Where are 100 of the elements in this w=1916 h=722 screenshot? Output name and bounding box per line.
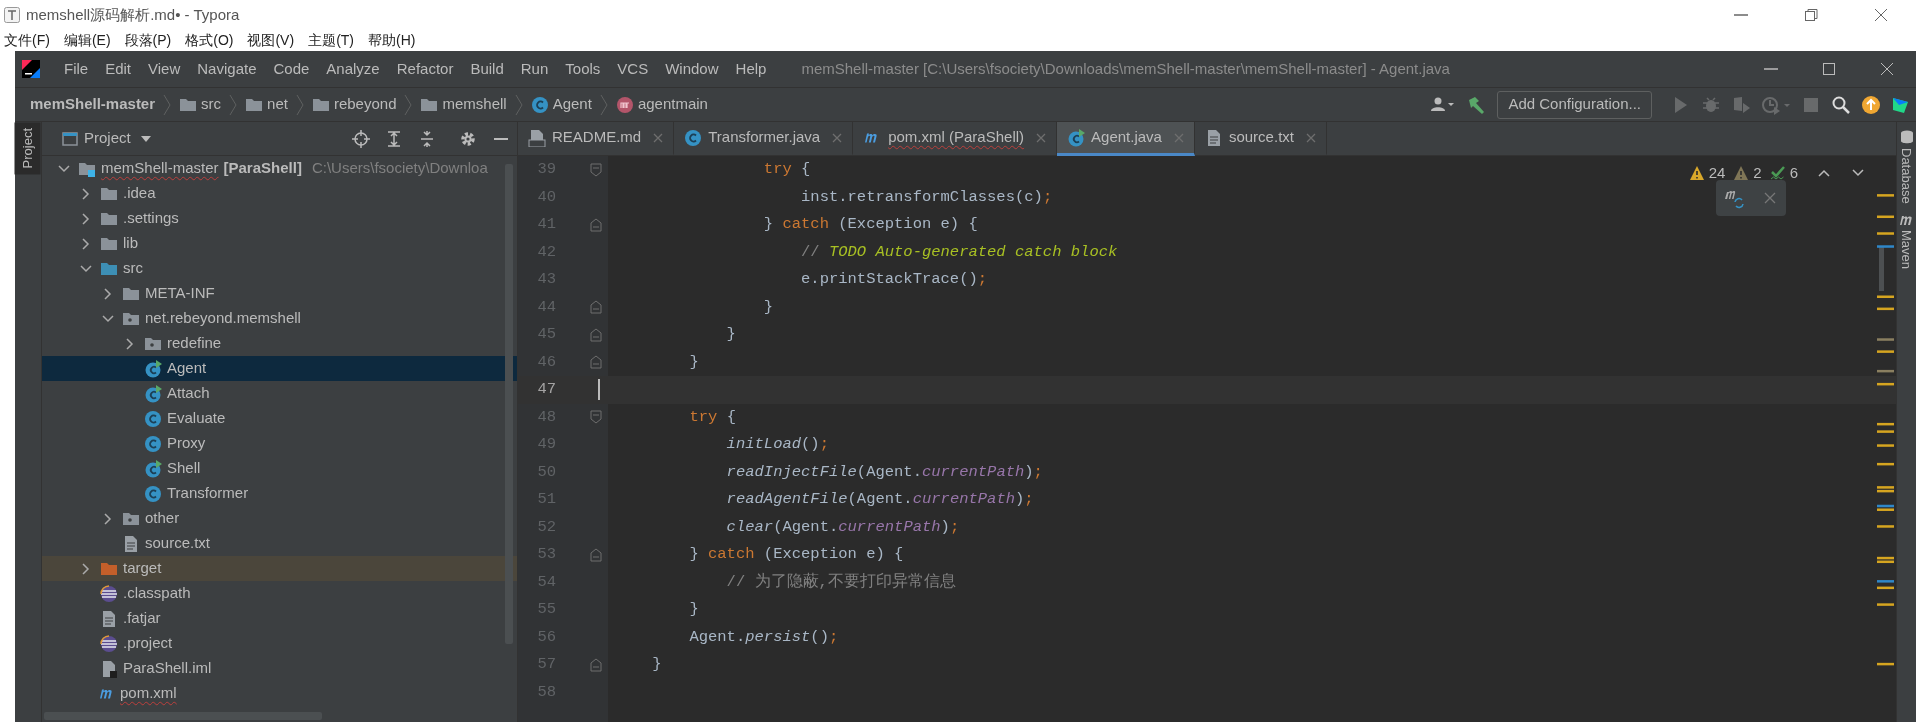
code-line: // TODO Auto-generated catch block (800, 241, 1118, 263)
search-icon (1831, 94, 1851, 115)
menu-item[interactable]: Edit (105, 57, 132, 81)
tree-item[interactable]: net.rebeyond.memshell (42, 306, 517, 331)
runnable-class-icon (144, 359, 162, 378)
fold-icon[interactable] (590, 162, 602, 177)
menu-item[interactable]: 段落(P) (124, 30, 172, 51)
menu-item[interactable]: Refactor (396, 57, 454, 81)
tree-item[interactable]: META-INF (42, 281, 517, 306)
menu-item[interactable]: Window (665, 57, 719, 81)
fold-icon[interactable] (590, 547, 602, 562)
method-icon (615, 95, 634, 114)
menu-item[interactable]: Code (273, 57, 310, 81)
close-icon[interactable] (1764, 192, 1776, 204)
fold-icon[interactable] (590, 217, 602, 232)
locate-icon (351, 129, 370, 148)
app-icon (4, 7, 20, 23)
tree-item[interactable]: source.txt (42, 531, 517, 556)
editor-tab[interactable]: Agent.java (1057, 122, 1195, 156)
text-file-icon (122, 534, 140, 553)
tree-item[interactable]: Transformer (42, 481, 517, 506)
menu-item[interactable]: 文件(F) (4, 30, 50, 51)
next-icon[interactable] (1852, 169, 1864, 178)
breadcrumb-item[interactable]: agentmain (637, 93, 708, 116)
breadcrumb-item[interactable]: net (267, 93, 288, 116)
tree-item[interactable]: redefine (42, 331, 517, 356)
tree-item[interactable]: pom.xml (42, 681, 517, 706)
close-icon (1874, 8, 1888, 22)
fold-icon[interactable] (590, 410, 602, 425)
tree-item[interactable]: .project (42, 631, 517, 656)
fold-icon[interactable] (590, 300, 602, 315)
class-icon (144, 434, 162, 453)
menu-item[interactable]: Help (735, 57, 767, 81)
runnable-class-icon (144, 384, 162, 403)
tree-item[interactable]: .fatjar (42, 606, 517, 631)
code-line: try { (688, 406, 736, 428)
chevron-separator-icon (229, 93, 238, 116)
breadcrumb-item[interactable]: rebeyond (333, 93, 397, 116)
menu-item[interactable]: Run (520, 57, 549, 81)
menu-item[interactable]: 格式(O) (185, 30, 234, 51)
close-icon[interactable] (1305, 132, 1316, 143)
inspection-counter[interactable]: 6 (1769, 162, 1798, 185)
tree-item[interactable]: lib (42, 231, 517, 256)
tool-window-tab[interactable]: Database (1896, 130, 1916, 204)
inspection-counter[interactable]: 24 (1688, 162, 1726, 185)
tool-window-tab[interactable]: Maven (1896, 211, 1916, 269)
tree-item[interactable]: .classpath (42, 581, 517, 606)
tree-item[interactable]: memShell-master [ParaShell] C:\Users\fsociety\Downloa (42, 156, 517, 181)
panel-title[interactable]: Project (84, 127, 131, 150)
tree-item[interactable]: Evaluate (42, 406, 517, 431)
breadcrumb-item[interactable]: src (201, 93, 222, 116)
code-line: } (725, 324, 736, 346)
menu-item[interactable]: View (148, 57, 181, 81)
run-configuration-button[interactable]: Add Configuration... (1497, 90, 1652, 119)
tree-item[interactable]: Shell (42, 456, 517, 481)
menu-item[interactable]: 主题(T) (308, 30, 354, 51)
fold-icon[interactable] (590, 327, 602, 342)
fold-icon[interactable] (590, 355, 602, 370)
close-icon[interactable] (1036, 132, 1047, 143)
menu-item[interactable]: File (64, 57, 89, 81)
close-icon[interactable] (653, 132, 664, 143)
tree-item[interactable]: .idea (42, 181, 517, 206)
breadcrumb-item[interactable]: Agent (552, 93, 592, 116)
class-icon (144, 409, 162, 428)
menu-item[interactable]: 帮助(H) (368, 30, 416, 51)
tree-item[interactable]: other (42, 506, 517, 531)
menu-item[interactable]: 视图(V) (247, 30, 295, 51)
scrollbar[interactable] (505, 164, 513, 644)
tree-item[interactable]: target (42, 556, 517, 581)
tree-item[interactable]: Proxy (42, 431, 517, 456)
inspection-counter[interactable]: 2 (1733, 162, 1762, 185)
tree-item[interactable]: .settings (42, 206, 517, 231)
tree-item[interactable]: ParaShell.iml (42, 656, 517, 681)
previous-icon[interactable] (1818, 169, 1830, 178)
menu-item[interactable]: Build (470, 57, 504, 81)
tree-item[interactable]: Agent (42, 356, 517, 381)
menu-item[interactable]: Tools (565, 57, 601, 81)
runnable-class-icon (144, 459, 162, 478)
text-cursor (598, 379, 600, 401)
striped-circle-icon (100, 584, 118, 603)
hide-icon (493, 137, 508, 140)
editor-tab[interactable]: source.txt (1194, 122, 1327, 156)
editor-tab[interactable]: Transformer.java (674, 122, 854, 156)
tree-item[interactable]: src (42, 256, 517, 281)
code-line: } (688, 599, 699, 621)
fold-icon[interactable] (590, 657, 602, 672)
breadcrumb-item[interactable]: memshell (442, 93, 507, 116)
code-line: Agent.persist(); (688, 626, 839, 648)
minimize-icon (1734, 14, 1748, 16)
spellcheck-icon (1769, 165, 1786, 182)
menu-item[interactable]: VCS (617, 57, 649, 81)
code-line: try { (762, 159, 811, 181)
tree-item[interactable]: Attach (42, 381, 517, 406)
breadcrumb-item[interactable]: memShell-master (30, 93, 156, 116)
tool-window-tab[interactable]: Project (15, 122, 41, 175)
menu-item[interactable]: 编辑(E) (63, 30, 111, 51)
close-icon[interactable] (832, 132, 843, 143)
menu-item[interactable]: Navigate (197, 57, 257, 81)
menu-item[interactable]: Analyze (326, 57, 380, 81)
module-file-icon (100, 659, 118, 678)
